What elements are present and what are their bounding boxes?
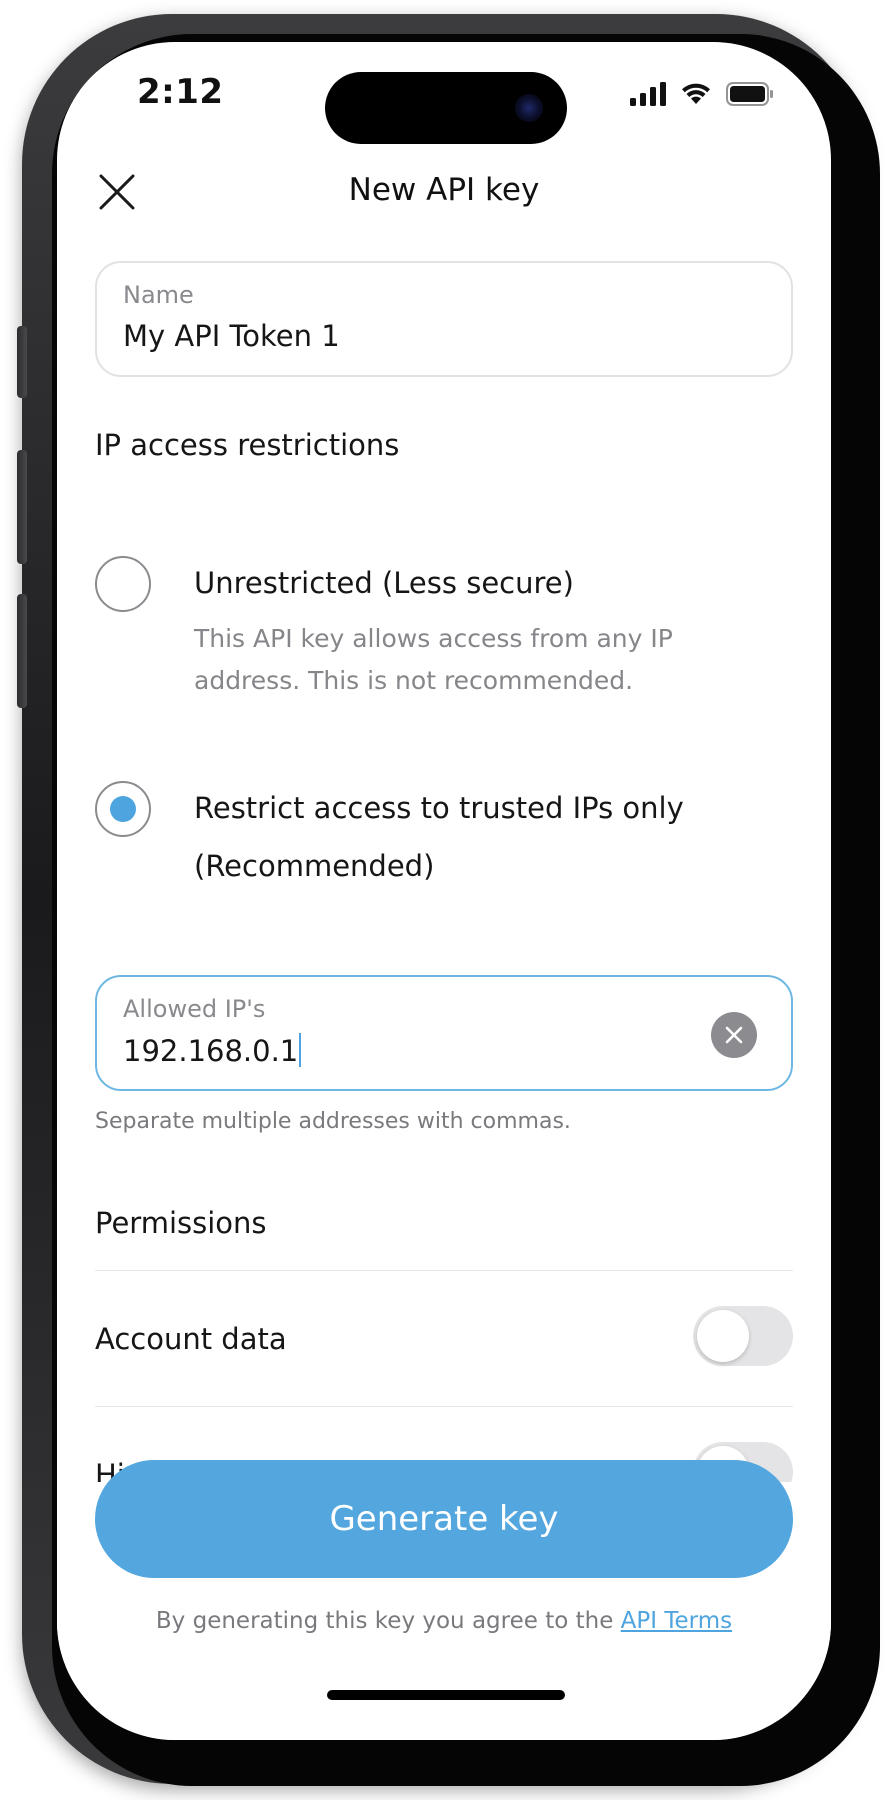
generate-key-button[interactable]: Generate key xyxy=(95,1460,793,1578)
text-caret xyxy=(299,1033,302,1067)
front-camera-icon xyxy=(515,94,543,122)
name-field[interactable]: Name My API Token 1 xyxy=(95,261,793,377)
option-unrestricted-description: This API key allows access from any IP a… xyxy=(194,624,673,695)
action-button xyxy=(17,326,27,398)
allowed-ips-value: 192.168.0.1 xyxy=(123,1034,299,1068)
clear-input-button[interactable] xyxy=(711,1012,757,1058)
option-unrestricted-label[interactable]: Unrestricted (Less secure) xyxy=(194,554,774,612)
app-screen: 2:12 New API key Name My API Token 1 IP … xyxy=(57,42,831,1740)
divider xyxy=(95,1270,793,1271)
status-time: 2:12 xyxy=(137,72,224,112)
clear-icon xyxy=(725,1026,743,1044)
divider xyxy=(95,1406,793,1407)
dynamic-island xyxy=(325,72,567,144)
status-icons xyxy=(630,78,774,106)
permission-account-data-label: Account data xyxy=(95,1322,287,1356)
home-indicator[interactable] xyxy=(327,1690,565,1700)
terms-prefix: By generating this key you agree to the xyxy=(155,1608,621,1634)
name-field-label: Name xyxy=(123,281,194,309)
signal-icon xyxy=(630,82,666,106)
page-title: New API key xyxy=(348,172,540,208)
wifi-icon xyxy=(682,83,710,104)
name-input[interactable]: My API Token 1 xyxy=(123,319,340,353)
allowed-ips-input[interactable]: 192.168.0.1 xyxy=(123,1033,302,1068)
toggle-knob xyxy=(697,1310,749,1362)
api-terms-link[interactable]: API Terms xyxy=(621,1608,732,1634)
radio-restricted[interactable] xyxy=(95,781,151,837)
allowed-ips-label: Allowed IP's xyxy=(123,995,266,1023)
allowed-ips-field[interactable]: Allowed IP's 192.168.0.1 xyxy=(95,975,793,1091)
option-restricted-label[interactable]: Restrict access to trusted IPs only (Rec… xyxy=(194,779,774,895)
battery-icon xyxy=(726,82,773,106)
toggle-account-data[interactable] xyxy=(693,1306,793,1366)
ip-access-section-title: IP access restrictions xyxy=(95,428,400,462)
permissions-section-title: Permissions xyxy=(95,1206,267,1240)
radio-unrestricted[interactable] xyxy=(95,556,151,612)
volume-down-button xyxy=(17,594,27,708)
terms-text: By generating this key you agree to the … xyxy=(57,1608,831,1634)
volume-up-button xyxy=(17,450,27,564)
allowed-ips-helper: Separate multiple addresses with commas. xyxy=(95,1109,571,1134)
